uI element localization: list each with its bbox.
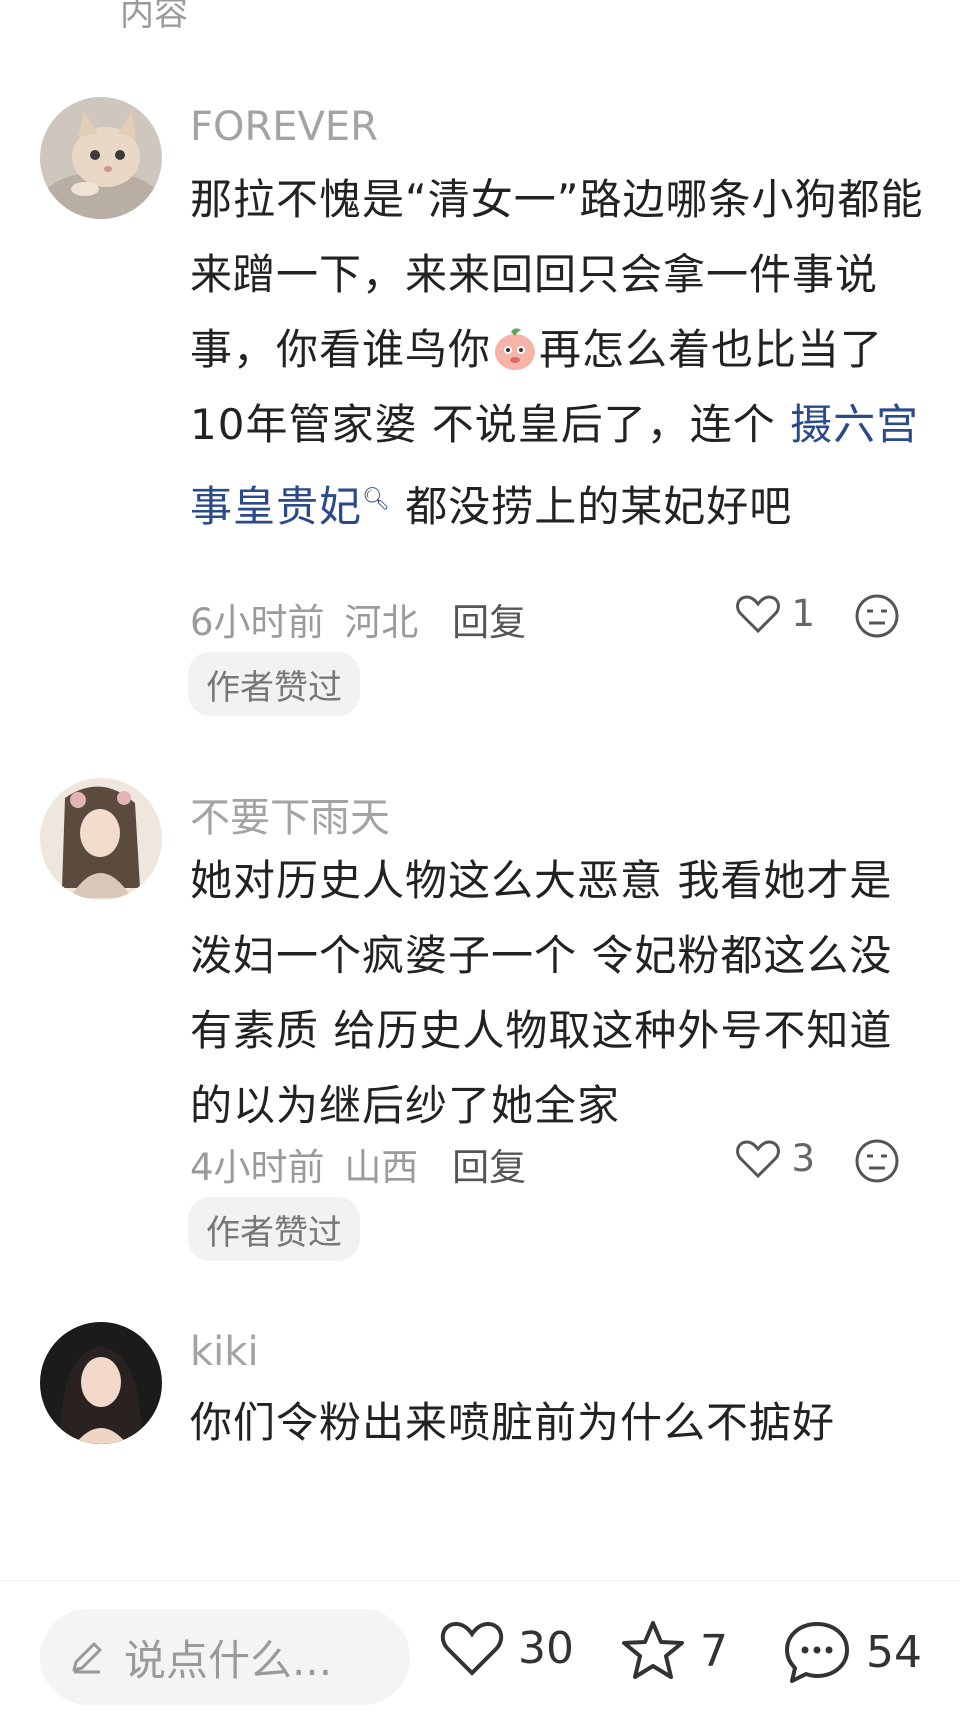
comment-time: 6小时前	[190, 601, 325, 644]
comment-location: 山西	[344, 1146, 419, 1189]
favorite-button[interactable]: 7	[620, 1619, 728, 1683]
like-button[interactable]: 1	[735, 592, 815, 635]
username[interactable]: 不要下雨天	[190, 785, 390, 843]
meh-face-icon[interactable]	[854, 593, 900, 643]
like-button[interactable]: 30	[440, 1619, 574, 1677]
comment-input[interactable]: 说点什么...	[40, 1609, 410, 1705]
comment-input-placeholder: 说点什么...	[124, 1635, 333, 1685]
comment-meta: 6小时前 河北 回复	[190, 592, 526, 646]
like-count: 30	[518, 1622, 574, 1674]
reply-button[interactable]: 回复	[452, 601, 526, 644]
pencil-icon	[68, 1638, 106, 1676]
previous-comment-fragment: 内容	[120, 0, 188, 34]
avatar[interactable]	[40, 97, 162, 219]
comment-meta: 4小时前 山西 回复	[190, 1137, 526, 1191]
username[interactable]: kiki	[190, 1329, 259, 1375]
star-icon	[622, 1621, 684, 1679]
chat-bubble-icon	[785, 1622, 849, 1683]
like-button[interactable]: 3	[735, 1137, 815, 1180]
comment-location: 河北	[344, 601, 419, 644]
reply-button[interactable]: 回复	[452, 1146, 526, 1189]
comment-text: 你们令粉出来喷脏前为什么不掂好	[190, 1398, 836, 1447]
comment-button[interactable]: 54	[782, 1619, 922, 1685]
comment-text-part: 都没捞上的某妃好吧	[390, 482, 793, 531]
author-liked-badge: 作者赞过	[188, 1197, 360, 1261]
comment-time: 4小时前	[190, 1146, 325, 1189]
author-liked-badge: 作者赞过	[188, 652, 360, 716]
heart-icon	[736, 1139, 781, 1178]
heart-icon	[736, 594, 781, 633]
username[interactable]: FOREVER	[190, 104, 378, 150]
heart-icon	[440, 1621, 504, 1676]
meh-face-icon[interactable]	[854, 1138, 900, 1188]
avatar[interactable]	[40, 1322, 162, 1444]
favorite-count: 7	[700, 1625, 728, 1677]
search-icon: 🔍︎	[362, 487, 391, 512]
bottom-action-bar: 说点什么... 30 7 54	[0, 1580, 960, 1730]
avatar[interactable]	[40, 778, 162, 900]
comment-text: 她对历史人物这么大恶意 我看她才是泼妇一个疯婆子一个 令妃粉都这么没有素质 给历…	[190, 856, 893, 1130]
peach-emoji-icon	[491, 320, 539, 370]
comment-text: 那拉不愧是“清女一”路边哪条小狗都能来蹭一下，来来回回只会拿一件事说事，你看谁鸟…	[190, 162, 930, 544]
comment-count: 54	[866, 1626, 922, 1678]
like-count: 3	[791, 1137, 815, 1180]
like-count: 1	[791, 592, 815, 635]
